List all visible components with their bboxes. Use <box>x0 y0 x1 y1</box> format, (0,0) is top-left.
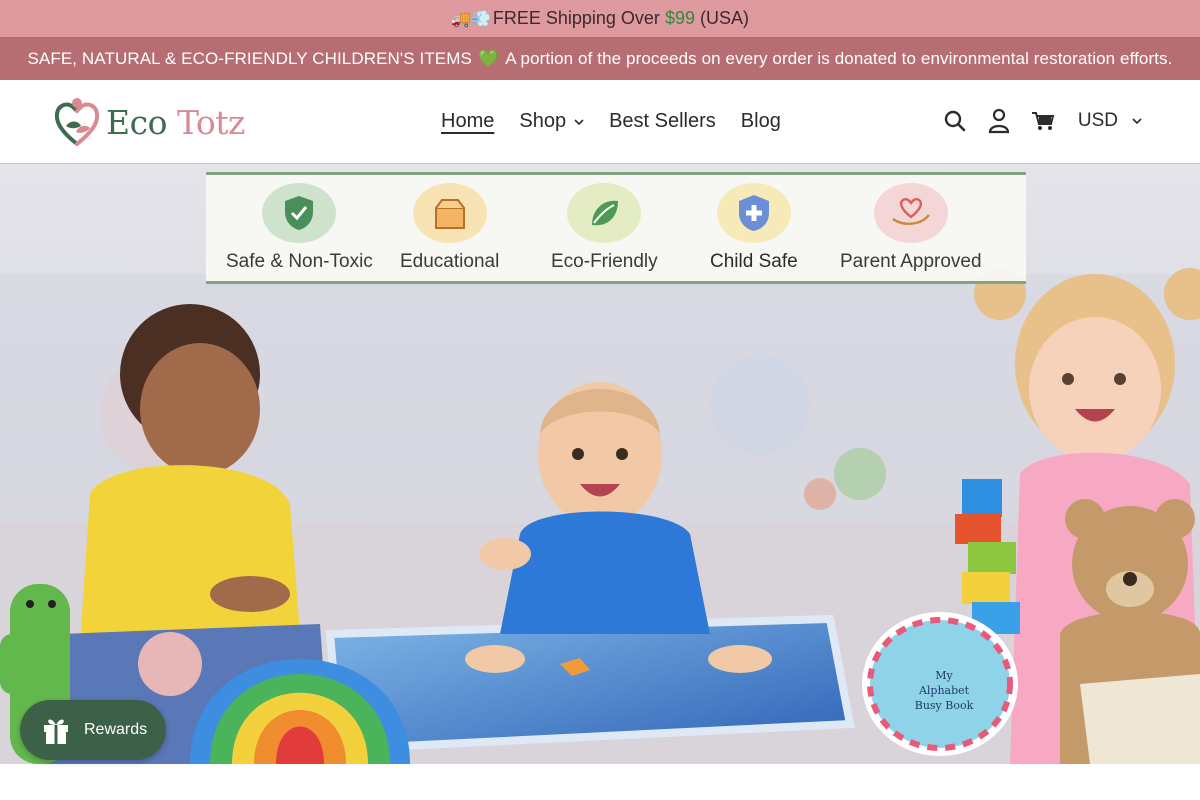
logo-word-eco: Eco <box>106 102 167 142</box>
badge-safe-non-toxic: Safe & Non-Toxic <box>226 183 373 273</box>
site-header: Eco Totz Home Shop Best Sellers Blog USD <box>0 80 1200 164</box>
shield-plus-icon <box>716 183 791 243</box>
mission-announcement-bar: SAFE, NATURAL & ECO-FRIENDLY CHILDREN'S … <box>0 37 1200 80</box>
shipping-text: FREE Shipping Over <box>492 8 660 28</box>
chevron-down-icon <box>574 118 584 125</box>
nav-best-sellers-label: Best Sellers <box>609 110 716 132</box>
book-title-line1: My <box>935 669 953 682</box>
site-logo[interactable]: Eco Totz <box>54 96 245 148</box>
box-icon <box>412 183 487 243</box>
main-nav: Home Shop Best Sellers Blog <box>441 110 781 133</box>
currency-value: USD <box>1077 110 1118 131</box>
shipping-announcement-bar: 🚚💨 FREE Shipping Over $99 (USA) <box>0 0 1200 37</box>
nav-shop[interactable]: Shop <box>519 110 584 133</box>
feature-badge-strip: Safe & Non-Toxic Educational Eco-Friendl… <box>206 172 1026 284</box>
shipping-price: $99 <box>664 8 695 28</box>
shipping-suffix: (USA) <box>699 8 749 28</box>
truck-icon: 🚚💨 <box>451 10 491 28</box>
rewards-launcher-button[interactable]: Rewards <box>20 700 166 760</box>
heart-leaf-logo-icon <box>54 98 100 146</box>
nav-blog[interactable]: Blog <box>741 110 781 133</box>
nav-shop-label: Shop <box>519 110 567 132</box>
badge-label: Safe & Non-Toxic <box>226 251 373 272</box>
nav-best-sellers[interactable]: Best Sellers <box>609 110 716 133</box>
badge-parent-approved: Parent Approved <box>840 183 982 273</box>
leaf-icon <box>567 183 642 243</box>
badge-eco-friendly: Eco-Friendly <box>551 183 658 273</box>
account-icon[interactable] <box>986 108 1012 134</box>
heart-hand-icon <box>873 183 948 243</box>
cart-icon[interactable] <box>1030 108 1056 134</box>
green-heart-icon: 💚 <box>477 48 500 68</box>
logo-word-totz: Totz <box>176 102 245 142</box>
chevron-down-icon <box>1132 118 1142 125</box>
rewards-label: Rewards <box>84 721 148 738</box>
hero-banner[interactable]: My Alphabet Busy Book Safe & Non-Toxic E… <box>0 164 1200 764</box>
mission-text: SAFE, NATURAL & ECO-FRIENDLY CHILDREN'S … <box>27 48 472 68</box>
book-title-line2: Alphabet <box>918 684 970 697</box>
nav-blog-label: Blog <box>740 110 781 132</box>
badge-label: Child Safe <box>710 251 798 272</box>
header-actions: USD <box>924 108 1142 134</box>
nav-home[interactable]: Home <box>441 110 494 133</box>
currency-selector[interactable]: USD <box>1078 110 1142 132</box>
book-title-line3: Busy Book <box>915 699 974 712</box>
gift-icon <box>44 719 68 744</box>
badge-label: Parent Approved <box>840 251 982 272</box>
badge-educational: Educational <box>400 183 499 273</box>
search-icon[interactable] <box>942 108 968 134</box>
badge-label: Eco-Friendly <box>551 251 658 272</box>
nav-home-label: Home <box>441 110 495 132</box>
logo-wordmark: Eco Totz <box>106 103 245 142</box>
shield-check-icon <box>262 183 337 243</box>
badge-label: Educational <box>400 251 500 272</box>
badge-child-safe: Child Safe <box>710 183 798 273</box>
mission-detail: A portion of the proceeds on every order… <box>505 48 1173 68</box>
